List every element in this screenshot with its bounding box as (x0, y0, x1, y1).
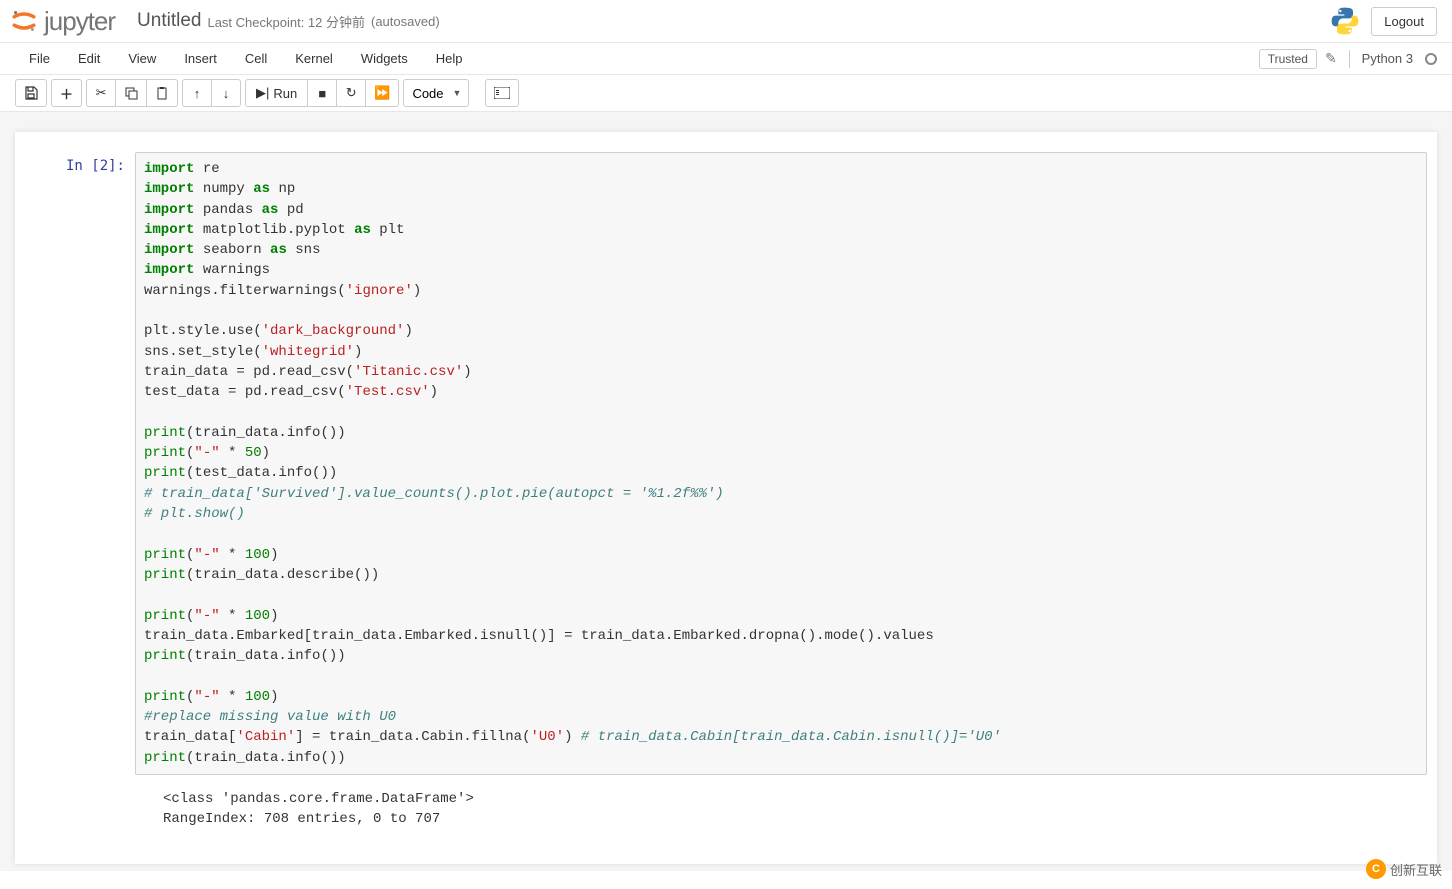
copy-button[interactable] (115, 79, 147, 107)
output-cell: <class 'pandas.core.frame.DataFrame'> Ra… (25, 783, 1427, 836)
restart-run-all-button[interactable]: ⏩ (365, 79, 399, 107)
menu-file[interactable]: File (15, 45, 64, 72)
paste-button[interactable] (146, 79, 178, 107)
move-down-button[interactable]: ↓ (211, 79, 241, 107)
notebook: In [2]: import re import numpy as np imp… (15, 132, 1437, 864)
cell-type-select[interactable]: Code (403, 79, 469, 107)
watermark-text: 创新互联 (1390, 860, 1442, 879)
notebook-container: In [2]: import re import numpy as np imp… (0, 112, 1452, 871)
output-prompt (25, 783, 135, 836)
move-up-button[interactable]: ↑ (182, 79, 212, 107)
watermark: C 创新互联 (1366, 859, 1442, 879)
code-cell[interactable]: In [2]: import re import numpy as np imp… (25, 152, 1427, 775)
header-bar: jupyter Untitled Last Checkpoint: 12 分钟前… (0, 0, 1452, 43)
run-button[interactable]: ▶|Run (245, 79, 308, 107)
cut-button[interactable]: ✂ (86, 79, 116, 107)
kernel-status-icon (1425, 53, 1437, 65)
menu-insert[interactable]: Insert (170, 45, 231, 72)
watermark-icon: C (1366, 859, 1386, 879)
kernel-name[interactable]: Python 3 (1362, 51, 1413, 66)
toolbar: ＋ ✂ ↑ ↓ ▶|Run ■ ↻ ⏩ Code (0, 75, 1452, 112)
pencil-icon[interactable]: ✎ (1325, 50, 1337, 67)
add-cell-button[interactable]: ＋ (51, 79, 82, 107)
menu-widgets[interactable]: Widgets (347, 45, 422, 72)
menu-help[interactable]: Help (422, 45, 477, 72)
menu-kernel[interactable]: Kernel (281, 45, 347, 72)
checkpoint-text: Last Checkpoint: 12 分钟前 (207, 12, 365, 31)
command-palette-button[interactable] (485, 79, 519, 107)
logo-text: jupyter (44, 6, 115, 37)
jupyter-logo[interactable]: jupyter (10, 6, 115, 37)
menu-cell[interactable]: Cell (231, 45, 281, 72)
menu-view[interactable]: View (114, 45, 170, 72)
notebook-title[interactable]: Untitled (137, 10, 201, 32)
save-button[interactable] (15, 79, 47, 107)
jupyter-icon (10, 7, 38, 35)
autosave-text: (autosaved) (371, 14, 440, 29)
input-prompt: In [2]: (25, 152, 135, 775)
divider (1349, 50, 1350, 68)
logout-button[interactable]: Logout (1371, 7, 1437, 36)
restart-button[interactable]: ↻ (336, 79, 366, 107)
python-icon (1329, 5, 1361, 37)
stop-button[interactable]: ■ (307, 79, 337, 107)
menubar: File Edit View Insert Cell Kernel Widget… (0, 43, 1452, 75)
output-area: <class 'pandas.core.frame.DataFrame'> Ra… (135, 783, 1427, 836)
code-input-area[interactable]: import re import numpy as np import pand… (135, 152, 1427, 775)
trusted-badge[interactable]: Trusted (1259, 49, 1317, 69)
menu-edit[interactable]: Edit (64, 45, 114, 72)
